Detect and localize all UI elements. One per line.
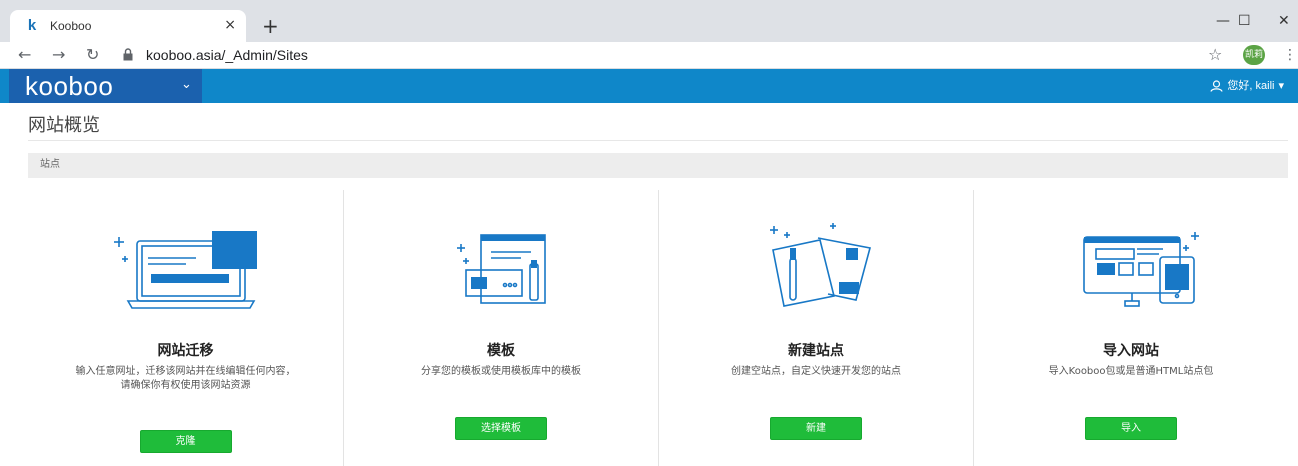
card-description: 导入Kooboo包或是普通HTML站点包 (1048, 366, 1214, 377)
minimize-icon[interactable]: — (1216, 12, 1230, 30)
forward-icon[interactable]: → (52, 45, 65, 65)
card-import: 导入网站 导入Kooboo包或是普通HTML站点包 导入 (973, 190, 1288, 466)
breadcrumb-item-sites[interactable]: 站点 (40, 158, 60, 172)
template-icon (457, 234, 546, 304)
breadcrumb: 站点 (28, 153, 1288, 178)
clone-button[interactable]: 克隆 (139, 430, 232, 453)
card-title: 导入网站 (1103, 343, 1159, 359)
close-window-icon[interactable]: ✕ (1278, 12, 1290, 30)
card-migrate: 网站迁移 输入任意网址，迁移该网站并在线编辑任何内容，请确保你有权使用该网站资源… (28, 190, 343, 466)
app-header: kooboo ⌄ 您好, kaili ▾ (0, 69, 1298, 103)
tab-title: Kooboo (50, 19, 92, 33)
user-icon (1210, 80, 1223, 92)
card-title: 模板 (487, 343, 515, 359)
user-greeting: 您好, kaili (1227, 80, 1275, 92)
back-icon[interactable]: ← (18, 45, 31, 65)
browser-menu-icon[interactable]: ⋮ (1283, 45, 1297, 65)
card-description: 分享您的模板或使用模板库中的模板 (421, 366, 581, 377)
card-new-site: 新建站点 创建空站点，自定义快速开发您的站点 新建 (658, 190, 973, 466)
user-menu[interactable]: 您好, kaili ▾ (1210, 78, 1284, 94)
new-tab-button[interactable]: + (262, 16, 279, 36)
address-bar: ← → ↻ kooboo.asia/_Admin/Sites ☆ 凯莉 ⋮ (0, 42, 1298, 69)
design-tools-icon (770, 223, 871, 307)
kooboo-favicon-icon: k (27, 17, 37, 34)
site-actions: 网站迁移 输入任意网址，迁移该网站并在线编辑任何内容，请确保你有权使用该网站资源… (28, 190, 1288, 466)
caret-down-icon: ▾ (1278, 80, 1284, 92)
bookmark-star-icon[interactable]: ☆ (1208, 45, 1222, 65)
browser-tab-bar: k Kooboo × + — ☐ ✕ (0, 0, 1298, 42)
laptop-icon (113, 231, 257, 309)
card-description: 创建空站点，自定义快速开发您的站点 (731, 366, 901, 377)
tab-close-icon[interactable]: × (224, 16, 236, 34)
lock-icon (123, 48, 133, 61)
chevron-down-icon[interactable]: ⌄ (181, 76, 192, 94)
reload-icon[interactable]: ↻ (86, 45, 99, 65)
kooboo-logo: kooboo (25, 71, 114, 101)
choose-template-button[interactable]: 选择模板 (455, 417, 547, 440)
divider (28, 140, 1288, 141)
import-button[interactable]: 导入 (1085, 417, 1177, 440)
new-site-button[interactable]: 新建 (770, 417, 862, 440)
card-description: 输入任意网址，迁移该网站并在线编辑任何内容，请确保你有权使用该网站资源 (75, 366, 296, 391)
page-title: 网站概览 (28, 115, 100, 136)
card-title: 网站迁移 (157, 343, 214, 359)
browser-tab[interactable]: k Kooboo × (10, 10, 246, 42)
site-switcher[interactable]: kooboo ⌄ (9, 69, 202, 103)
profile-avatar[interactable]: 凯莉 (1243, 45, 1265, 65)
url-field[interactable]: kooboo.asia/_Admin/Sites (146, 46, 308, 64)
devices-icon (1083, 232, 1199, 307)
card-title: 新建站点 (788, 343, 844, 359)
maximize-icon[interactable]: ☐ (1238, 12, 1251, 30)
card-template: 模板 分享您的模板或使用模板库中的模板 选择模板 (343, 190, 658, 466)
